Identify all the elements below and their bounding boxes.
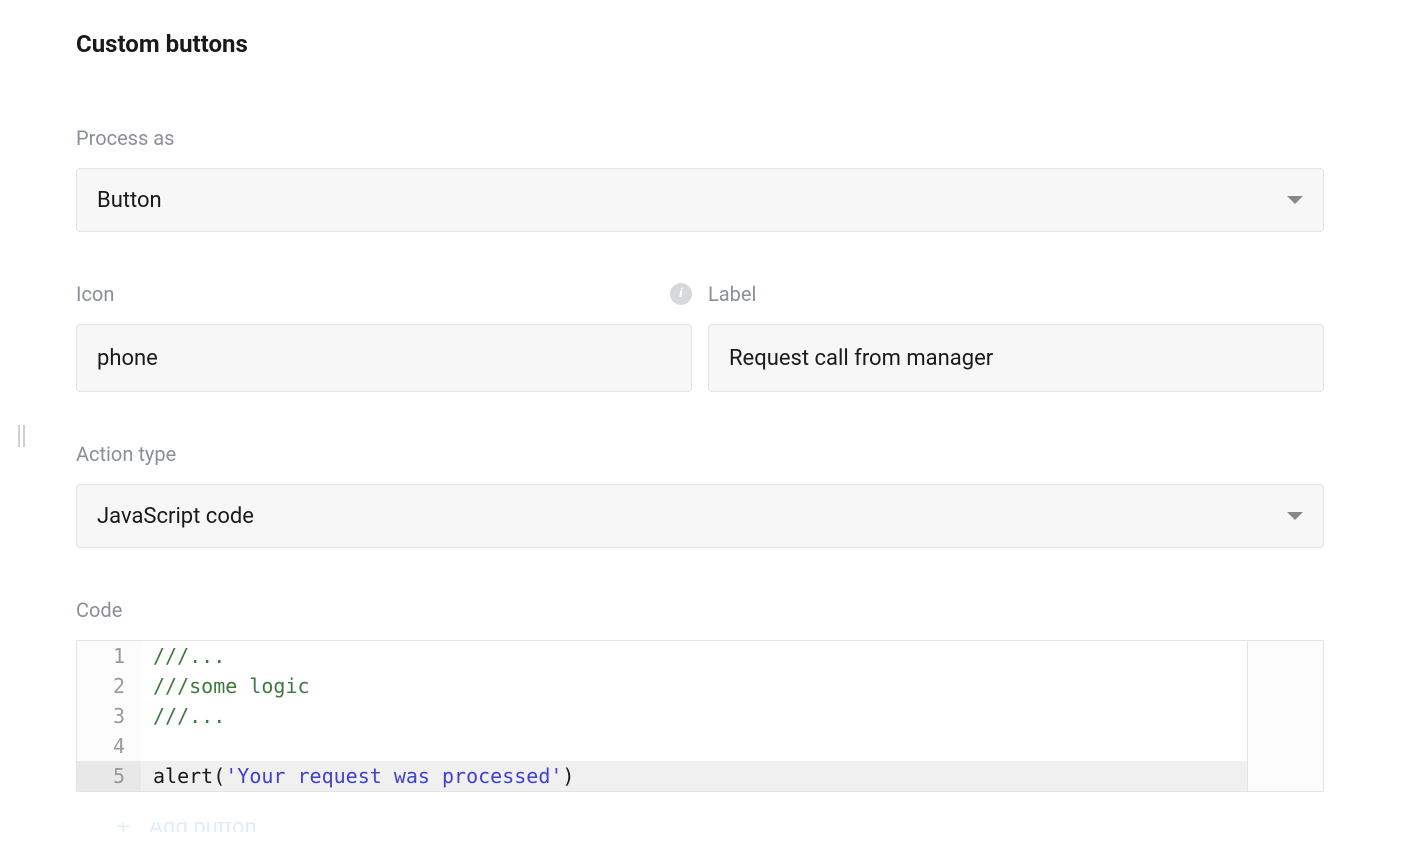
label-input[interactable] xyxy=(708,324,1324,392)
icon-field-label: Icon xyxy=(76,282,114,306)
code-line: ///... xyxy=(141,641,225,671)
plus-icon: + xyxy=(116,822,131,832)
action-type-value: JavaScript code xyxy=(97,504,1287,529)
line-number: 5 xyxy=(77,761,141,791)
info-icon[interactable]: i xyxy=(670,283,692,305)
section-title: Custom buttons xyxy=(76,30,1324,58)
line-number: 2 xyxy=(77,671,141,701)
code-line: ///... xyxy=(141,701,225,731)
process-as-label: Process as xyxy=(76,126,1324,150)
line-number: 4 xyxy=(77,731,141,761)
code-line: ///some logic xyxy=(141,671,310,701)
code-line xyxy=(141,731,153,761)
add-button-label: Add button xyxy=(149,822,257,832)
process-as-value: Button xyxy=(97,188,1287,213)
scrollbar-track[interactable] xyxy=(1247,641,1323,791)
action-type-label: Action type xyxy=(76,442,1324,466)
add-button-link[interactable]: + Add button xyxy=(76,822,1324,832)
line-number: 1 xyxy=(77,641,141,671)
chevron-down-icon xyxy=(1287,512,1303,520)
code-line: alert('Your request was processed') xyxy=(141,761,574,791)
process-as-select[interactable]: Button xyxy=(76,168,1324,232)
line-number: 3 xyxy=(77,701,141,731)
label-field-label: Label xyxy=(708,282,756,306)
drag-handle-icon[interactable] xyxy=(18,425,28,447)
action-type-select[interactable]: JavaScript code xyxy=(76,484,1324,548)
code-field-label: Code xyxy=(76,598,1324,622)
icon-input[interactable] xyxy=(76,324,692,392)
code-editor[interactable]: 1 ///... 2 ///some logic 3 ///... 4 5 al… xyxy=(76,640,1324,792)
chevron-down-icon xyxy=(1287,196,1303,204)
